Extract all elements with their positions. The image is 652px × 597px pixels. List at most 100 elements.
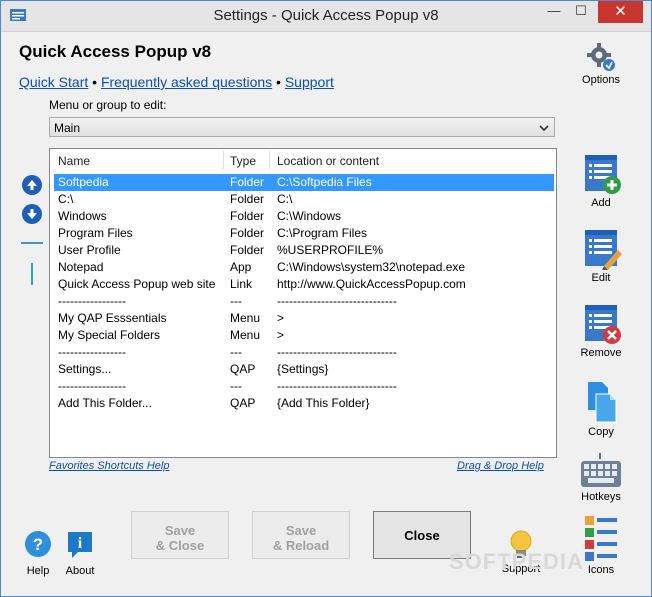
row-type: App (230, 260, 252, 274)
row-location: C:\Softpedia Files (277, 175, 372, 189)
title-bar[interactable]: Settings - Quick Access Popup v8 — ☐ ✕ (1, 1, 651, 32)
row-location: {Add This Folder} (277, 396, 370, 410)
remove-label: Remove (580, 347, 622, 359)
list-row[interactable]: Notepad App C:\Windows\system32\notepad.ex… (54, 259, 554, 276)
list-row[interactable]: Add This Folder... QAP {Add This Folder} (54, 395, 554, 412)
row-location: C:\Program Files (277, 226, 368, 240)
save-close-line1: Save (164, 523, 196, 538)
list-row[interactable]: Settings... QAP {Settings} (54, 361, 554, 378)
list-row[interactable]: My QAP Esssentials Menu > (54, 310, 554, 327)
options-button[interactable]: Options (576, 42, 626, 86)
menu-select[interactable]: Main (49, 117, 555, 137)
move-down-button[interactable] (22, 204, 42, 224)
row-type: Menu (230, 328, 261, 342)
row-name: Quick Access Popup web site (58, 277, 216, 291)
column-header-name[interactable]: Name (58, 154, 90, 168)
add-item-icon (585, 155, 621, 194)
row-name: ----------------- (58, 294, 126, 308)
favorites-list[interactable]: Name Type Location or content Softpedia F… (49, 148, 557, 458)
arrow-down-icon (27, 209, 37, 219)
row-location: http://www.QuickAccessPopup.com (277, 277, 466, 291)
row-type: QAP (230, 396, 256, 410)
row-name: Windows (58, 209, 107, 223)
header-divider[interactable] (223, 151, 224, 169)
list-row[interactable]: ----------------- --- --------------------… (54, 293, 554, 310)
list-row[interactable]: My Special Folders Menu > (54, 327, 554, 344)
svg-text:i: i (78, 535, 83, 552)
save-reload-button[interactable]: Save & Reload (252, 511, 350, 559)
help-label: Help (26, 565, 50, 577)
list-row[interactable]: ----------------- --- --------------------… (54, 378, 554, 395)
header-divider[interactable] (269, 151, 270, 169)
row-name: Add This Folder... (58, 396, 152, 410)
row-name: User Profile (58, 243, 121, 257)
list-row[interactable]: C:\ Folder C:\ (54, 191, 554, 208)
row-name: Settings... (58, 362, 112, 376)
keyboard-icon (581, 453, 621, 487)
row-type: Folder (230, 226, 265, 240)
copy-icon (588, 382, 617, 423)
row-location: ------------------------------ (277, 294, 397, 308)
row-type: --- (230, 345, 242, 359)
edit-button[interactable]: Edit (576, 230, 626, 284)
row-location: {Settings} (277, 362, 329, 376)
help-button[interactable]: ? Help (19, 530, 57, 577)
minimize-button[interactable]: — (541, 1, 567, 23)
list-row[interactable]: User Profile Folder %USERPROFILE% (54, 242, 554, 259)
list-row[interactable]: Program Files Folder C:\Program Files (54, 225, 554, 242)
list-row[interactable]: Windows Folder C:\Windows (54, 208, 554, 225)
add-separator-button[interactable] (21, 242, 43, 244)
list-row[interactable]: ----------------- --- --------------------… (54, 344, 554, 361)
remove-item-icon (585, 305, 621, 344)
menu-select-value: Main (54, 121, 81, 135)
drag-drop-help-link[interactable]: Drag & Drop Help (457, 460, 544, 472)
row-name: Notepad (58, 260, 104, 274)
support-link[interactable]: Support (285, 74, 334, 90)
list-header: Name Type Location or content (50, 149, 556, 171)
remove-button[interactable]: Remove (576, 305, 626, 359)
help-links: Quick Start • Frequently asked questions… (19, 74, 334, 90)
about-button[interactable]: i About (61, 530, 99, 577)
svg-text:?: ? (33, 535, 43, 554)
row-location: C:\Windows (277, 209, 342, 223)
link-separator: • (88, 74, 101, 90)
row-type: --- (230, 294, 242, 308)
move-up-button[interactable] (22, 175, 42, 195)
row-location: %USERPROFILE% (277, 243, 384, 257)
save-reload-line2: & Reload (272, 538, 330, 553)
info-icon: i (68, 532, 92, 558)
hotkeys-button[interactable]: Hotkeys (576, 453, 626, 503)
arrow-up-icon (27, 180, 37, 190)
close-window-button[interactable]: ✕ (598, 1, 643, 23)
row-location: ------------------------------ (277, 379, 397, 393)
list-row[interactable]: Softpedia Folder C:\Softpedia Files (54, 174, 554, 191)
add-column-break-button[interactable] (31, 263, 33, 285)
save-close-button[interactable]: Save & Close (131, 511, 229, 559)
maximize-button[interactable]: ☐ (568, 1, 594, 23)
hotkeys-label: Hotkeys (581, 491, 621, 503)
row-type: Folder (230, 192, 265, 206)
edit-label: Edit (591, 272, 611, 284)
row-name: Program Files (58, 226, 133, 240)
save-close-line2: & Close (155, 538, 205, 553)
row-location: > (277, 311, 285, 325)
column-header-location[interactable]: Location or content (277, 154, 379, 168)
quick-start-link[interactable]: Quick Start (19, 74, 88, 90)
favorites-shortcuts-help-link[interactable]: Favorites Shortcuts Help (49, 460, 169, 472)
close-label: Close (404, 528, 440, 543)
icons-grid-icon (585, 516, 617, 561)
copy-button[interactable]: Copy (576, 380, 626, 438)
row-name: ----------------- (58, 345, 126, 359)
save-reload-line1: Save (285, 523, 317, 538)
row-type: Menu (230, 311, 261, 325)
row-type: QAP (230, 362, 256, 376)
row-name: Softpedia (58, 175, 109, 189)
list-row[interactable]: Quick Access Popup web site Link http://ww… (54, 276, 554, 293)
row-type: Link (230, 277, 253, 291)
settings-window: Settings - Quick Access Popup v8 — ☐ ✕ Q… (0, 0, 652, 597)
column-header-type[interactable]: Type (230, 154, 256, 168)
faq-link[interactable]: Frequently asked questions (101, 74, 272, 90)
add-button[interactable]: Add (576, 155, 626, 209)
chevron-down-icon (539, 125, 549, 132)
row-location: C:\ (277, 192, 293, 206)
